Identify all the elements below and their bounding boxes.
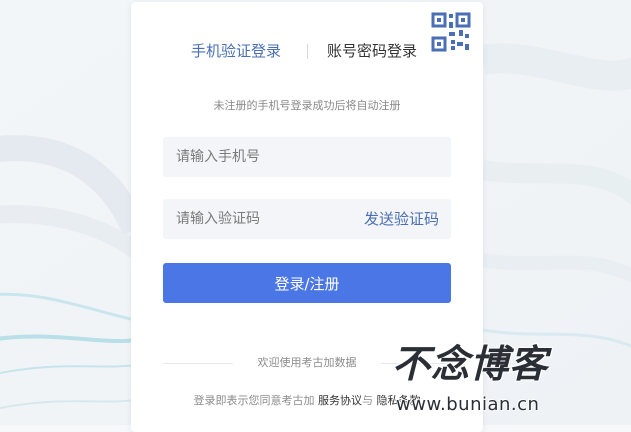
privacy-policy-link[interactable]: 隐私条款 <box>377 394 421 407</box>
agreement-and: 与 <box>362 394 373 407</box>
phone-input[interactable] <box>163 137 451 177</box>
qr-code-icon[interactable] <box>431 12 471 52</box>
tab-divider <box>307 44 308 59</box>
send-code-button[interactable]: 发送验证码 <box>364 209 439 229</box>
tab-password-login[interactable]: 账号密码登录 <box>327 40 417 62</box>
agreement-prefix: 登录即表示您同意考古加 <box>193 394 315 407</box>
tab-sms-login[interactable]: 手机验证登录 <box>191 40 281 62</box>
login-register-button[interactable]: 登录/注册 <box>163 263 451 303</box>
phone-field <box>163 137 451 177</box>
welcome-divider: 欢迎使用考古加数据 <box>131 355 483 371</box>
divider-line-right <box>381 363 451 364</box>
service-agreement-link[interactable]: 服务协议 <box>318 394 362 407</box>
agreement-text: 登录即表示您同意考古加 服务协议与 隐私条款 <box>131 392 483 408</box>
code-field: 发送验证码 <box>163 199 451 239</box>
verification-code-input[interactable] <box>163 199 353 239</box>
register-hint: 未注册的手机号登录成功后将自动注册 <box>213 99 401 112</box>
login-card: 手机验证登录 账号密码登录 未注册的手机号登录成功后将自动注册 发送验证码 登录… <box>131 2 483 432</box>
